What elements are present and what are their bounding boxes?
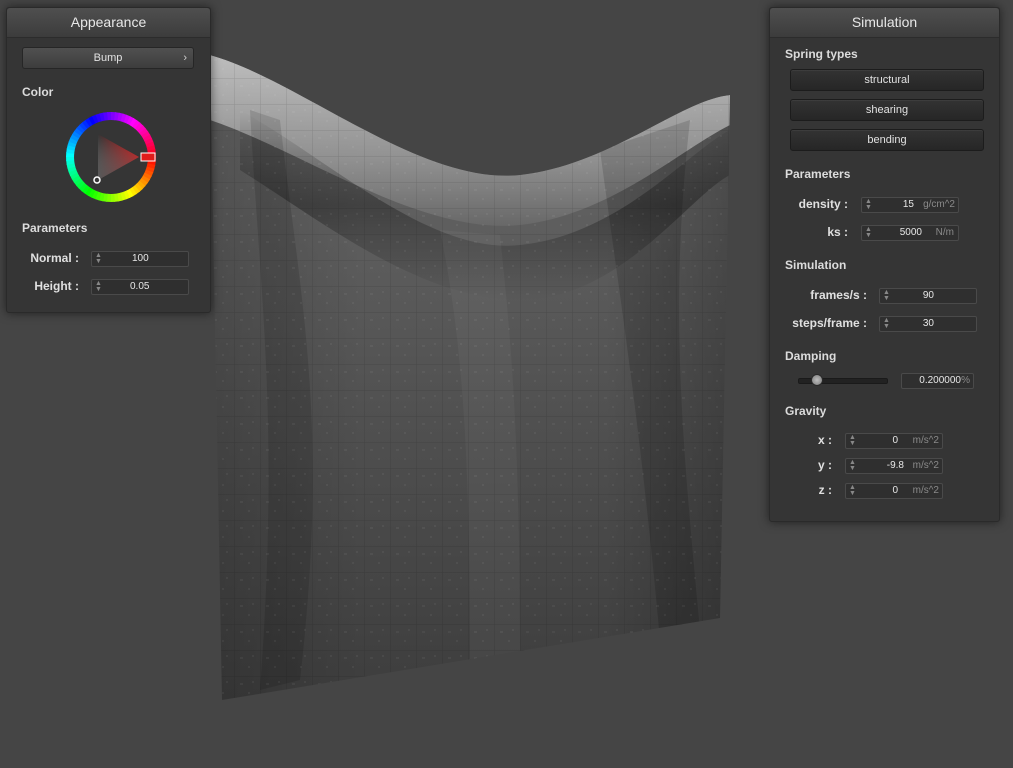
gravity-x-label: x :: [817, 433, 832, 447]
gravity-x-value: 0: [892, 435, 898, 446]
spinner-icon[interactable]: ▲ ▼: [865, 198, 872, 211]
spring-structural-button[interactable]: structural: [790, 69, 984, 91]
hue-marker[interactable]: [140, 152, 156, 162]
gravity-x-unit: m/s^2: [912, 435, 939, 446]
ks-field[interactable]: ▲ ▼ 5000 N/m: [861, 225, 959, 241]
shading-mode-dropdown[interactable]: Bump ›: [22, 47, 194, 69]
cloth-mesh: [210, 55, 730, 700]
fps-label: frames/s :: [810, 288, 867, 302]
simulation-panel: Simulation Spring types structural shear…: [769, 7, 1000, 522]
height-field[interactable]: ▲ ▼ 0.05: [91, 279, 189, 295]
spinner-icon[interactable]: ▲ ▼: [883, 317, 890, 330]
density-unit: g/cm^2: [923, 199, 955, 210]
steps-value: 30: [922, 318, 934, 329]
spinner-icon[interactable]: ▲ ▼: [95, 252, 102, 265]
density-field[interactable]: ▲ ▼ 15 g/cm^2: [861, 197, 959, 213]
gravity-z-field[interactable]: ▲ ▼ 0 m/s^2: [845, 483, 943, 499]
damping-value: 0.200000: [919, 375, 961, 386]
spinner-icon[interactable]: ▲ ▼: [849, 484, 856, 497]
color-label: Color: [22, 85, 54, 99]
density-label: density :: [798, 197, 848, 211]
fps-value: 90: [922, 290, 934, 301]
steps-field[interactable]: ▲ ▼ 30: [879, 316, 977, 332]
gravity-y-label: y :: [817, 458, 832, 472]
gravity-y-value: -9.8: [886, 460, 904, 471]
chevron-right-icon: ›: [183, 52, 187, 64]
spinner-icon[interactable]: ▲ ▼: [849, 459, 856, 472]
height-label: Height :: [34, 279, 79, 293]
gravity-y-unit: m/s^2: [912, 460, 939, 471]
spinner-icon[interactable]: ▲ ▼: [95, 280, 102, 293]
ks-unit: N/m: [935, 227, 954, 238]
simulation-title: Simulation: [770, 8, 999, 38]
damping-slider[interactable]: [798, 373, 888, 387]
simulation-section-label: Simulation: [785, 258, 847, 272]
gravity-z-unit: m/s^2: [912, 485, 939, 496]
gravity-label: Gravity: [785, 404, 827, 418]
gravity-z-value: 0: [892, 485, 898, 496]
spinner-icon[interactable]: ▲ ▼: [883, 289, 890, 302]
ks-value: 5000: [899, 227, 922, 238]
gravity-y-field[interactable]: ▲ ▼ -9.8 m/s^2: [845, 458, 943, 474]
ks-label: ks :: [827, 225, 848, 239]
spinner-icon[interactable]: ▲ ▼: [865, 226, 872, 239]
damping-slider-knob[interactable]: [810, 374, 823, 386]
appearance-panel: Appearance Bump › Color Parameters Norma…: [6, 7, 211, 313]
damping-label: Damping: [785, 349, 837, 363]
spring-types-label: Spring types: [785, 47, 858, 61]
saturation-triangle[interactable]: [98, 134, 139, 180]
spinner-icon[interactable]: ▲ ▼: [849, 434, 856, 447]
damping-field[interactable]: 0.200000 %: [901, 373, 974, 389]
saturation-marker[interactable]: [93, 176, 101, 184]
normal-field[interactable]: ▲ ▼ 100: [91, 251, 189, 267]
appearance-title: Appearance: [7, 8, 210, 38]
parameters-label: Parameters: [785, 167, 851, 181]
spring-shearing-button[interactable]: shearing: [790, 99, 984, 121]
appearance-parameters-label: Parameters: [22, 221, 88, 235]
steps-label: steps/frame :: [792, 316, 867, 330]
normal-value: 100: [132, 253, 149, 264]
damping-unit: %: [961, 375, 970, 386]
fps-field[interactable]: ▲ ▼ 90: [879, 288, 977, 304]
height-value: 0.05: [130, 281, 150, 292]
spring-bending-button[interactable]: bending: [790, 129, 984, 151]
normal-label: Normal :: [30, 251, 79, 265]
gravity-z-label: z :: [818, 483, 832, 497]
shading-mode-value: Bump: [93, 52, 123, 64]
color-wheel[interactable]: [65, 111, 157, 203]
gravity-x-field[interactable]: ▲ ▼ 0 m/s^2: [845, 433, 943, 449]
density-value: 15: [902, 199, 914, 210]
